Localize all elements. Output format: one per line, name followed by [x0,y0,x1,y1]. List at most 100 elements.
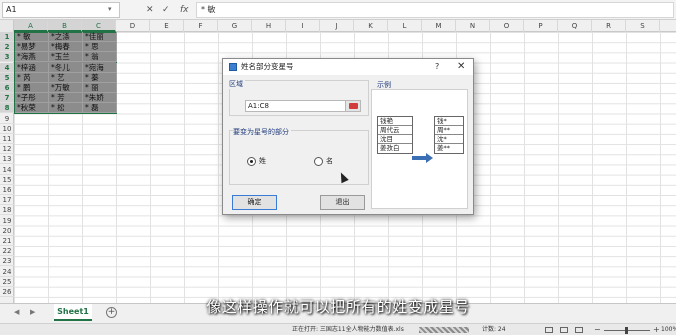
table-cell[interactable]: * 磊 [83,103,117,114]
file-open-status: 正在打开: 三国志11全人物能力数值表.xls [292,326,404,333]
column-header[interactable]: N [456,20,490,32]
row-header[interactable]: 25 [0,277,14,287]
table-cell[interactable]: * 思 [83,42,117,53]
table-cell[interactable]: *万敏 [49,83,83,93]
column-header[interactable]: G [218,20,252,32]
table-cell[interactable]: *子彤 [15,93,49,104]
table-cell[interactable]: *佳丽 [83,32,117,42]
table-cell[interactable]: * 翁 [83,52,117,63]
column-header[interactable]: M [422,20,456,32]
table-cell[interactable]: * 芮 [15,72,49,83]
given-name-radio[interactable] [314,157,323,166]
column-header[interactable]: R [592,20,626,32]
column-header[interactable]: C [82,20,116,32]
table-cell[interactable]: * 丽 [83,83,117,93]
zoom-in-button[interactable]: + [653,324,660,335]
row-header[interactable]: 21 [0,236,14,246]
surname-radio[interactable] [247,157,256,166]
row-header[interactable]: 24 [0,267,14,277]
table-cell[interactable]: * 松 [49,103,83,114]
app-icon [229,63,237,71]
column-header[interactable]: H [252,20,286,32]
example-after-cell: 周** [435,126,463,135]
formula-input[interactable]: * 敏 [196,2,674,18]
row-header[interactable]: 17 [0,195,14,206]
zoom-level[interactable]: 100% [661,324,676,335]
table-cell[interactable]: *朱娇 [83,93,117,104]
table-cell[interactable]: *海燕 [15,52,49,63]
row-header[interactable]: 3 [0,52,14,63]
row-header[interactable]: 8 [0,103,14,114]
column-header[interactable]: J [320,20,354,32]
row-header[interactable]: 2 [0,42,14,53]
zoom-slider-thumb[interactable] [625,327,628,334]
page-break-view-icon[interactable] [575,327,583,333]
row-header[interactable]: 20 [0,226,14,236]
table-cell[interactable]: * 艺 [49,72,83,83]
example-before-cell: 周代云 [378,126,412,135]
table-cell[interactable]: *宛海 [83,62,117,73]
cancel-icon[interactable]: ✕ [146,3,154,17]
row-header[interactable]: 16 [0,185,14,195]
zoom-out-button[interactable]: − [594,324,601,335]
row-header[interactable]: 14 [0,165,14,175]
row-header[interactable]: 11 [0,134,14,144]
row-header[interactable]: 9 [0,114,14,124]
given-name-radio-label: 名 [326,157,333,165]
range-picker-button[interactable] [345,101,360,111]
exit-button[interactable]: 退出 [320,195,365,210]
enter-icon[interactable]: ✓ [162,3,170,17]
column-header[interactable]: A [14,20,48,32]
chevron-down-icon[interactable]: ▾ [108,5,112,13]
table-cell[interactable]: *秋荣 [15,103,49,114]
column-header[interactable]: L [388,20,422,32]
table-cell[interactable]: *梓涵 [15,62,49,73]
row-header[interactable]: 13 [0,154,14,165]
row-header[interactable]: 18 [0,205,14,216]
insert-function-icon[interactable]: fx [180,3,189,17]
column-header[interactable]: I [286,20,320,32]
ok-button[interactable]: 确定 [232,195,277,210]
example-before-cell: 钱艳 [378,117,412,126]
row-header[interactable]: 23 [0,256,14,267]
table-cell[interactable]: *玉兰 [49,52,83,63]
table-cell[interactable]: * 芳 [49,93,83,104]
table-cell[interactable]: *梅春 [49,42,83,53]
row-header[interactable]: 10 [0,124,14,134]
column-header[interactable]: E [150,20,184,32]
row-header[interactable]: 1 [0,32,14,42]
example-after-table: 钱* 周** 沈* 姜** [434,116,464,154]
row-header[interactable]: 15 [0,175,14,185]
page-layout-view-icon[interactable] [560,327,568,333]
row-header[interactable]: 22 [0,246,14,257]
name-box[interactable]: A1 [2,2,120,18]
table-cell[interactable]: *之涤 [49,32,83,42]
range-select-icon [349,103,358,109]
row-header[interactable]: 19 [0,216,14,226]
row-header[interactable]: 12 [0,144,14,155]
table-cell[interactable]: * 鹏 [15,83,49,93]
column-header[interactable]: B [48,20,82,32]
column-header[interactable]: K [354,20,388,32]
normal-view-icon[interactable] [545,327,553,333]
column-header[interactable]: P [524,20,558,32]
table-cell[interactable]: *冬儿 [49,62,83,73]
column-header[interactable]: F [184,20,218,32]
help-button[interactable]: ? [435,60,439,73]
range-input[interactable]: A1:C8 [245,100,361,112]
dialog-title-bar[interactable]: 姓名部分变星号 ? ✕ [223,59,473,75]
column-header[interactable]: O [490,20,524,32]
arrow-head-icon [426,153,433,163]
table-cell[interactable]: * 敏 [15,32,49,42]
table-cell[interactable]: * 蓁 [83,72,117,83]
row-header[interactable]: 6 [0,83,14,93]
column-header[interactable]: S [626,20,660,32]
close-button[interactable]: ✕ [457,59,465,74]
select-all-corner[interactable] [0,20,14,32]
column-header[interactable]: Q [558,20,592,32]
table-cell[interactable]: *易梦 [15,42,49,53]
row-header[interactable]: 5 [0,72,14,83]
column-header[interactable]: D [116,20,150,32]
row-header[interactable]: 7 [0,93,14,104]
row-header[interactable]: 4 [0,62,14,73]
